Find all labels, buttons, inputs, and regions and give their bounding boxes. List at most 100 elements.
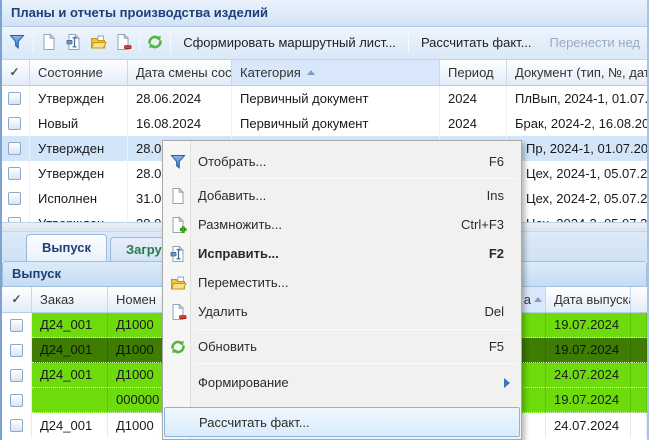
menu-item-delete[interactable]: Удалить Del [164, 297, 520, 326]
menu-item-move[interactable]: Переместить... [164, 268, 520, 297]
header-document[interactable]: Документ (тип, №, дат [507, 60, 649, 86]
cell-spacer [631, 338, 647, 363]
menu-item-label: Рассчитать факт... [165, 415, 310, 430]
main-toolbar: Сформировать маршрутный лист... Рассчита… [0, 27, 649, 60]
cell-state: Утвержден [30, 136, 128, 161]
menu-item-shortcut: F2 [489, 246, 520, 261]
menu-item-calc-fact[interactable]: Рассчитать факт... [164, 407, 520, 437]
add-button[interactable] [37, 31, 62, 55]
filter-funnel-icon [168, 152, 188, 172]
menu-separator [194, 178, 518, 179]
menu-item-formirovanie[interactable]: Формирование [164, 368, 520, 397]
cell-order: Д24_001 [32, 313, 108, 338]
app-window: Планы и отчеты производства изделий Сфор… [0, 0, 649, 440]
header-category-label: Категория [240, 60, 301, 85]
cell-state: Утвержден [30, 161, 128, 186]
row-checkbox[interactable] [8, 192, 21, 205]
header-fragment-label: а [524, 287, 531, 312]
row-checkbox[interactable] [10, 344, 23, 357]
cell-date-out: 19.07.2024 [546, 388, 631, 413]
row-checkbox[interactable] [10, 369, 23, 382]
delete-button[interactable] [111, 31, 136, 55]
row-checkbox[interactable] [8, 92, 21, 105]
page-text-cursor-icon [168, 244, 188, 264]
cell-date-out: 19.07.2024 [546, 313, 631, 338]
toolbar-separator [33, 33, 34, 53]
open-folder-icon [168, 273, 188, 293]
header-check-column[interactable]: ✓ [0, 60, 30, 86]
row-checkbox[interactable] [8, 167, 21, 180]
group-header-label: Выпуск [12, 266, 61, 281]
menu-separator [194, 363, 518, 364]
header-date-start-sorted[interactable]: а [519, 287, 546, 313]
cell-date-start [519, 313, 546, 338]
move-button[interactable] [86, 31, 111, 55]
menu-item-shortcut: Ctrl+F3 [461, 217, 520, 232]
row-checkbox[interactable] [8, 142, 21, 155]
header-state[interactable]: Состояние [30, 60, 128, 86]
filter-funnel-icon [8, 33, 26, 54]
menu-item-shortcut: Ins [487, 188, 520, 203]
route-list-button[interactable]: Сформировать маршрутный лист... [174, 31, 405, 55]
sort-asc-icon [307, 70, 315, 75]
cell-document: Пр, 2024-1, 01.07.20 [507, 136, 649, 161]
filter-button[interactable] [5, 31, 30, 55]
cell-period: 2024 [440, 86, 507, 111]
page-red-minus-icon [168, 302, 188, 322]
menu-item-shortcut: F5 [489, 339, 520, 354]
table-row[interactable]: Новый 16.08.2024 Первичный документ 2024… [0, 111, 649, 136]
cell-date-out: 24.07.2024 [546, 413, 631, 438]
row-checkbox[interactable] [10, 319, 23, 332]
menu-item-label: Формирование [164, 375, 289, 390]
move-week-button: Перенести нед [541, 31, 649, 55]
refresh-button[interactable] [143, 31, 168, 55]
row-checkbox[interactable] [10, 394, 23, 407]
header-category[interactable]: Категория [232, 60, 440, 86]
cell-document: Цех, 2024-3, 05.07.2 [507, 211, 649, 222]
cell-state: Утвержден [30, 211, 128, 222]
calc-fact-button[interactable]: Рассчитать факт... [412, 31, 541, 55]
cell-date-out: 24.07.2024 [546, 363, 631, 388]
window-left-border [0, 0, 2, 440]
row-checkbox[interactable] [8, 117, 21, 130]
cell-date-start [519, 388, 546, 413]
header-date-out[interactable]: Дата выпуска [546, 287, 631, 313]
cell-order: Д24_001 [32, 413, 108, 438]
menu-item-edit[interactable]: Исправить... F2 [164, 239, 520, 268]
menu-item-clone[interactable]: Размножить... Ctrl+F3 [164, 210, 520, 239]
edit-button[interactable] [61, 31, 86, 55]
cell-date-start [519, 413, 546, 438]
header-check-column[interactable]: ✓ [2, 287, 32, 313]
cell-date-start [519, 338, 546, 363]
row-checkbox[interactable] [10, 419, 23, 432]
cell-document: Цех, 2024-2, 05.07.2 [507, 186, 649, 211]
menu-item-refresh[interactable]: Обновить F5 [164, 332, 520, 361]
sort-asc-icon [534, 297, 542, 302]
cell-date: 28.06.2024 [128, 86, 232, 111]
cell-document: Цех, 2024-1, 05.07.2 [507, 161, 649, 186]
toolbar-separator [408, 33, 409, 53]
menu-item-filter[interactable]: Отобрать... F6 [164, 147, 520, 176]
window-title-bar: Планы и отчеты производства изделий [0, 0, 649, 27]
cell-spacer [631, 363, 647, 388]
cell-category: Первичный документ [232, 111, 440, 136]
blank-page-icon [40, 33, 58, 54]
window-title: Планы и отчеты производства изделий [11, 5, 268, 20]
cell-order [32, 388, 108, 413]
toolbar-separator [139, 33, 140, 53]
cell-spacer [631, 413, 647, 438]
open-folder-icon [89, 33, 107, 54]
header-period[interactable]: Период [440, 60, 507, 86]
menu-item-add[interactable]: Добавить... Ins [164, 181, 520, 210]
table-row[interactable]: Утвержден 28.06.2024 Первичный документ … [0, 86, 649, 111]
header-date[interactable]: Дата смены сост [128, 60, 232, 86]
page-text-cursor-icon [65, 33, 83, 54]
cell-state: Утвержден [30, 86, 128, 111]
header-order[interactable]: Заказ [32, 287, 108, 313]
cell-spacer [631, 313, 647, 338]
cell-date-out: 19.07.2024 [546, 338, 631, 363]
cell-period: 2024 [440, 111, 507, 136]
cell-date-start [519, 363, 546, 388]
page-green-plus-icon [168, 215, 188, 235]
tab-vypusk[interactable]: Выпуск [26, 234, 107, 261]
